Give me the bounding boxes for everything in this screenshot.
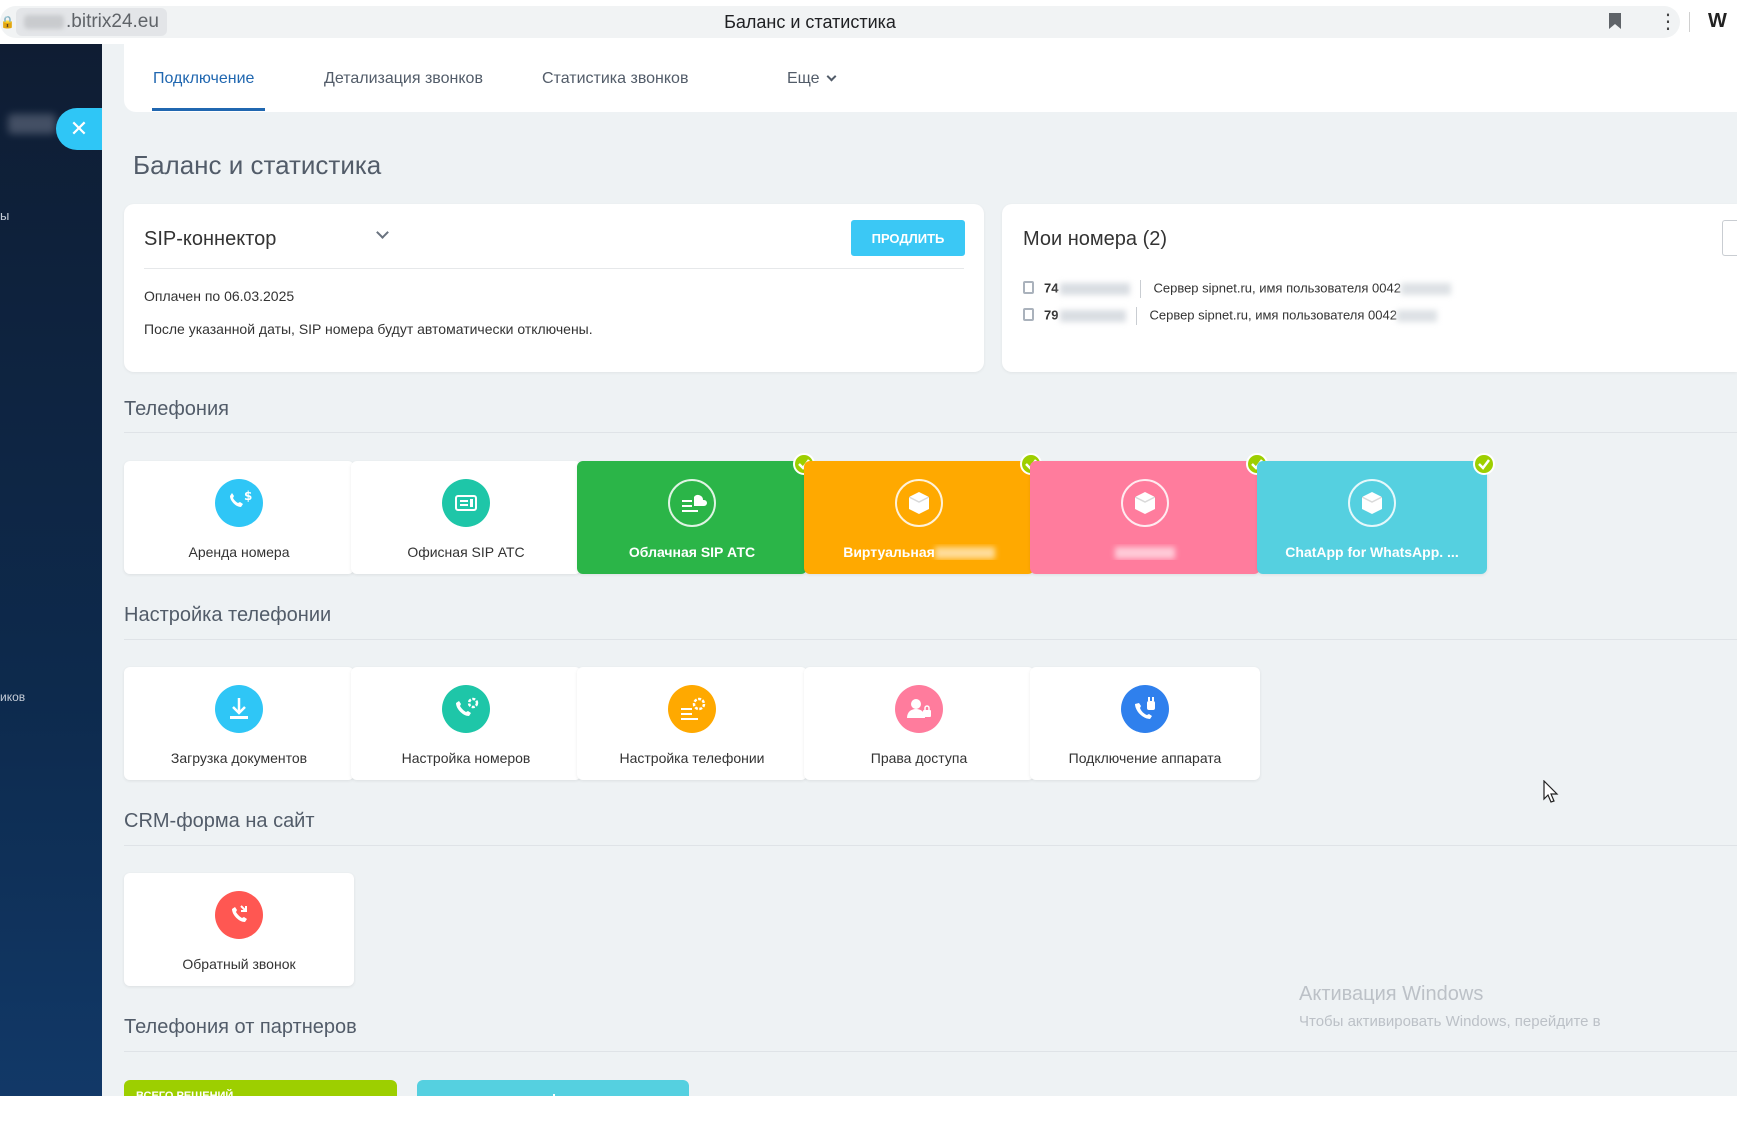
section-title-partners: Телефония от партнеров — [124, 1016, 357, 1038]
chevron-down-icon[interactable] — [376, 226, 389, 239]
tab-call-stats[interactable]: Статистика звонков — [542, 70, 688, 88]
device-connect-icon — [1121, 685, 1169, 733]
tile-access-rights[interactable]: Права доступа — [804, 667, 1034, 780]
phone-icon — [1023, 281, 1034, 295]
section-title-crm: CRM-форма на сайт — [124, 810, 315, 832]
section-divider — [124, 639, 1737, 640]
tile-label: Виртуальная — [804, 544, 1034, 560]
tile-callback[interactable]: Обратный звонок — [124, 873, 354, 986]
sidebar-fragment: ы — [0, 208, 10, 223]
phone-icon — [1023, 308, 1034, 322]
callback-icon — [215, 891, 263, 939]
sip-connector-title[interactable]: SIP-коннектор — [144, 228, 276, 251]
tile-package[interactable]: ChatApp for WhatsApp. ... — [1257, 453, 1495, 574]
browser-page-title: Баланс и статистика — [724, 12, 896, 32]
toolbar-separator — [1689, 12, 1690, 32]
page-title: Баланс и статистика — [133, 150, 382, 180]
sip-connector-card: SIP-коннектор ПРОДЛИТЬ Оплачен по 06.03.… — [124, 204, 984, 372]
tile-label: Настройка телефонии — [619, 750, 765, 766]
tile-label: Офисная SIP АТС — [407, 544, 525, 560]
tile-label: Аренда номера — [188, 544, 290, 560]
number-row: 74 Сервер sipnet.ru, имя пользователя 004… — [1023, 280, 1451, 298]
mouse-cursor-icon — [1543, 780, 1559, 803]
office-pbx-icon — [442, 479, 490, 527]
browser-bar: 🔒 .bitrix24.eu Баланс и статистика ⋮ W — [0, 0, 1737, 44]
extension-w-icon[interactable]: W — [1708, 10, 1727, 33]
tile-label: Загрузка документов — [170, 750, 308, 766]
tile-label: Обратный звонок — [182, 956, 296, 972]
tile-office-pbx[interactable]: Офисная SIP АТС — [351, 461, 581, 574]
section-divider — [124, 845, 1737, 846]
number-settings-icon — [442, 685, 490, 733]
tab-bar: Подключение Детализация звонков Статисти… — [124, 44, 1737, 112]
check-icon — [1473, 453, 1495, 475]
package-icon — [1121, 479, 1169, 527]
divider — [144, 268, 964, 269]
tile-cloud-pbx[interactable]: Облачная SIP АТС — [577, 453, 815, 574]
chevron-down-icon — [826, 71, 837, 82]
masked-label — [934, 547, 995, 560]
extend-button[interactable]: ПРОДЛИТЬ — [851, 220, 965, 256]
windows-activation-subtitle: Чтобы активировать Windows, перейдите в — [1299, 1013, 1601, 1030]
close-slider-button[interactable]: ✕ — [56, 108, 102, 150]
number-row: 79 Сервер sipnet.ru, имя пользователя 004… — [1023, 307, 1437, 325]
tab-connection[interactable]: Подключение — [153, 70, 254, 88]
my-numbers-title: Мои номера (2) — [1023, 228, 1168, 250]
numbers-action-button[interactable] — [1722, 220, 1737, 256]
tile-upload-docs[interactable]: Загрузка документов — [124, 667, 354, 780]
masked-logo — [8, 114, 56, 134]
telephony-settings-icon — [668, 685, 716, 733]
tile-label — [1030, 544, 1260, 560]
tile-label: Настройка номеров — [401, 750, 531, 766]
my-numbers-card: Мои номера (2) 74 Сервер sipnet.ru, имя п… — [1002, 204, 1737, 372]
tile-package[interactable]: Виртуальная — [804, 453, 1042, 574]
tile-label: Облачная SIP АТС — [628, 544, 756, 560]
tile-label: ChatApp for WhatsApp. ... — [1285, 544, 1459, 560]
cloud-pbx-icon — [668, 479, 716, 527]
masked-number — [1060, 283, 1131, 295]
sidebar-fragment: иков — [0, 690, 26, 704]
rent-number-icon: $ — [215, 479, 263, 527]
windows-activation-title: Активация Windows — [1299, 983, 1484, 1005]
section-divider — [124, 1051, 1737, 1052]
section-divider — [124, 432, 1737, 433]
section-title-telephony: Телефония — [124, 398, 229, 420]
tab-call-details[interactable]: Детализация звонков — [324, 70, 483, 88]
tile-rent-number[interactable]: $ Аренда номера — [124, 461, 354, 574]
bookmark-icon[interactable] — [1608, 12, 1622, 30]
tile-label: Права доступа — [870, 750, 968, 766]
tile-telephony-settings[interactable]: Настройка телефонии — [577, 667, 807, 780]
upload-docs-icon — [215, 685, 263, 733]
svg-text:$: $ — [244, 489, 252, 503]
left-sidebar: ы иков ✕ — [0, 44, 102, 1131]
access-rights-icon — [895, 685, 943, 733]
main-content: Подключение Детализация звонков Статисти… — [102, 44, 1737, 1131]
tile-device-connect[interactable]: Подключение аппарата — [1030, 667, 1260, 780]
screen-bottom-edge — [0, 1096, 1737, 1131]
expiry-note: После указанной даты, SIP номера будут а… — [144, 321, 593, 337]
section-title-settings: Настройка телефонии — [124, 604, 332, 626]
masked-username — [1400, 283, 1451, 295]
tab-more[interactable]: Еще — [787, 70, 837, 88]
screen: 🔒 .bitrix24.eu Баланс и статистика ⋮ W ы… — [0, 0, 1737, 1131]
masked-username — [1396, 310, 1437, 322]
package-icon — [895, 479, 943, 527]
tile-package[interactable] — [1030, 453, 1268, 574]
tile-number-settings[interactable]: Настройка номеров — [351, 667, 581, 780]
tile-label: Подключение аппарата — [1068, 750, 1222, 766]
kebab-menu-icon[interactable]: ⋮ — [1658, 12, 1678, 32]
masked-label — [1115, 547, 1175, 560]
package-icon — [1348, 479, 1396, 527]
masked-number — [1060, 310, 1127, 322]
active-tab-indicator — [152, 108, 265, 111]
paid-until: Оплачен по 06.03.2025 — [144, 288, 295, 304]
